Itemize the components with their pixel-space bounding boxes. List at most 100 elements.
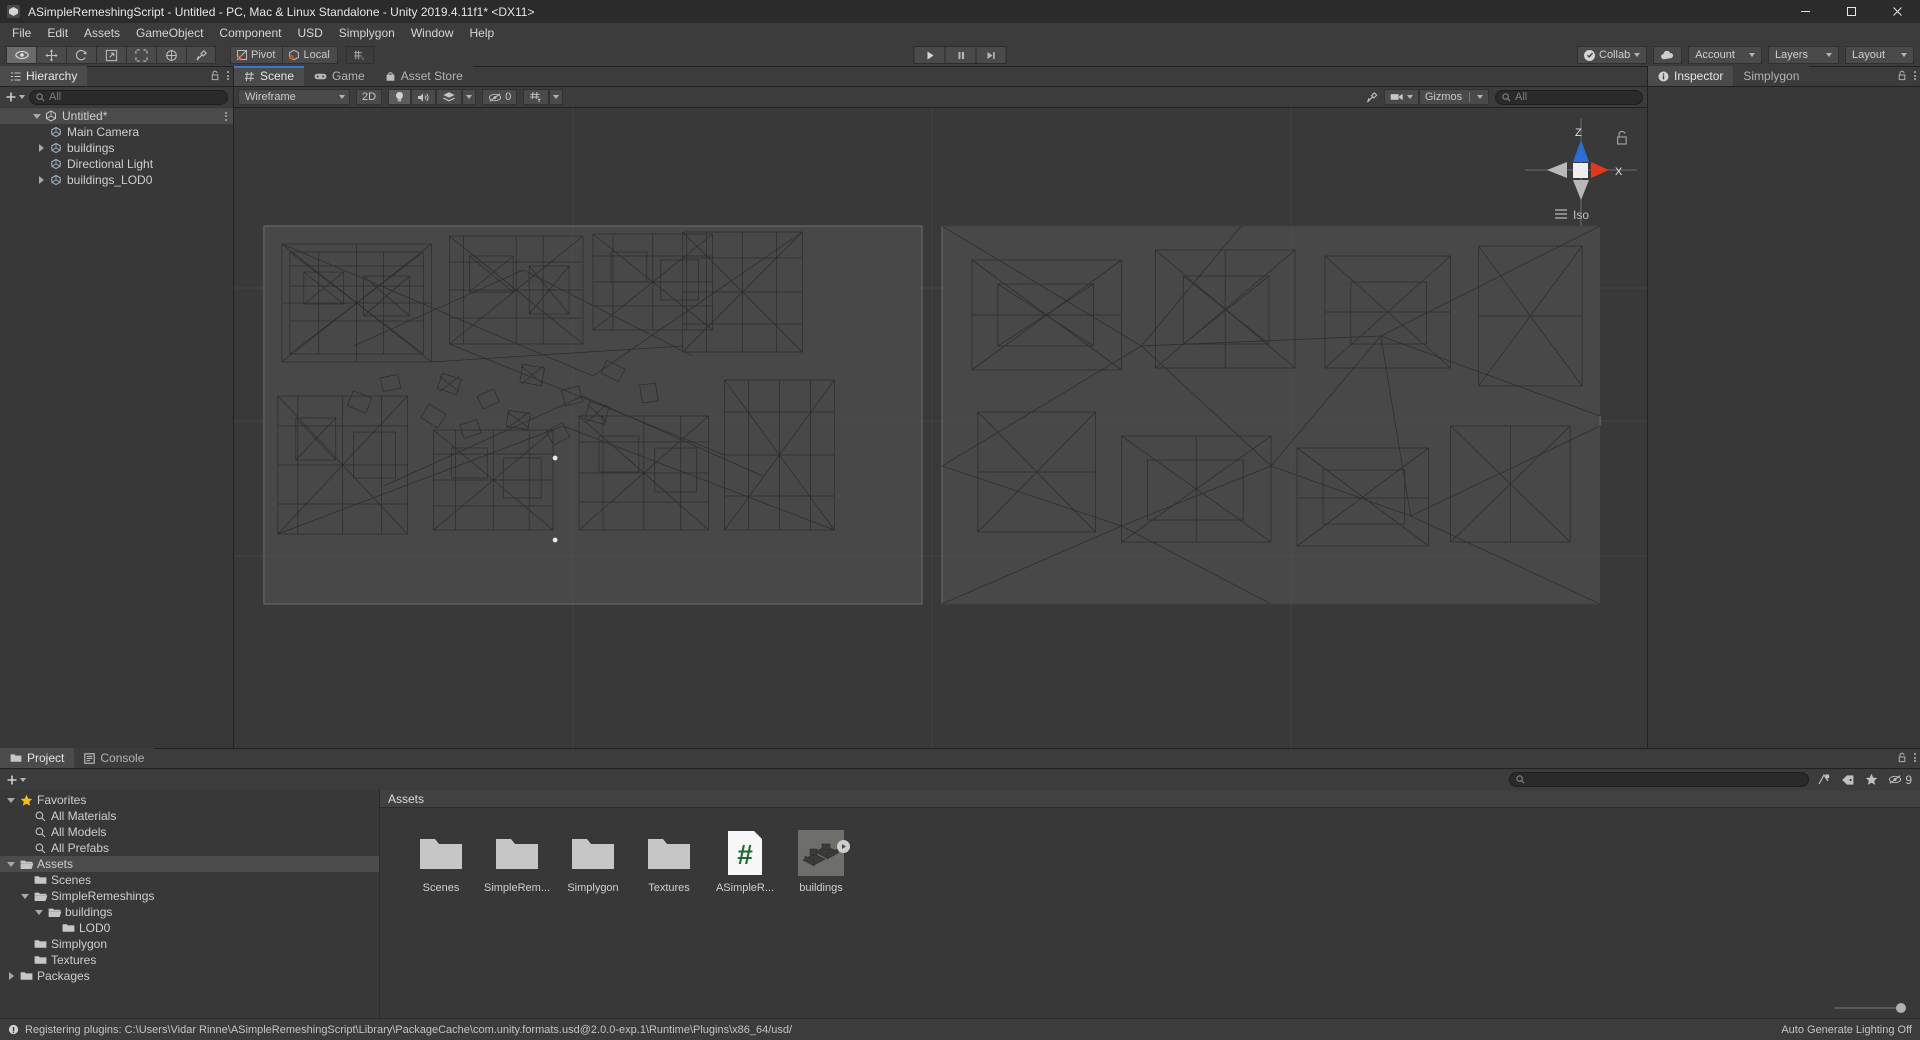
audio-toggle-icon[interactable] bbox=[411, 89, 436, 105]
expand-arrow[interactable] bbox=[4, 972, 18, 980]
grid-dropdown[interactable] bbox=[549, 89, 563, 105]
expand-arrow[interactable] bbox=[4, 862, 18, 867]
project-hidden-count[interactable]: 9 bbox=[1888, 773, 1912, 787]
rotate-tool-button[interactable] bbox=[66, 46, 96, 64]
hierarchy-row-scene[interactable]: Untitled* bbox=[0, 108, 233, 124]
tab-project[interactable]: Project bbox=[0, 748, 74, 768]
create-asset-button[interactable] bbox=[6, 774, 26, 786]
slider-track[interactable] bbox=[1834, 1007, 1906, 1009]
scene-menu-icon[interactable] bbox=[225, 112, 227, 121]
hierarchy-row-buildings-lod0[interactable]: buildings_LOD0 bbox=[0, 172, 233, 188]
account-button[interactable]: Account bbox=[1688, 46, 1762, 64]
pause-button[interactable] bbox=[945, 46, 976, 64]
tab-scene[interactable]: Scene bbox=[234, 66, 304, 86]
menu-component[interactable]: Component bbox=[211, 23, 289, 44]
effects-toggle-icon[interactable] bbox=[436, 89, 462, 105]
draw-mode-dropdown[interactable]: Wireframe bbox=[238, 89, 350, 105]
hierarchy-menu-icon[interactable] bbox=[227, 71, 229, 80]
project-tree-row-all-materials[interactable]: All Materials bbox=[0, 808, 379, 824]
scale-tool-button[interactable] bbox=[96, 46, 126, 64]
hierarchy-row-buildings[interactable]: buildings bbox=[0, 140, 233, 156]
transform-tool-button[interactable] bbox=[156, 46, 186, 64]
hierarchy-row-main-camera[interactable]: Main Camera bbox=[0, 124, 233, 140]
component-tools-icon[interactable] bbox=[1360, 89, 1384, 105]
asset-item-buildings[interactable]: buildings bbox=[790, 830, 852, 894]
hierarchy-row-directional-light[interactable]: Directional Light bbox=[0, 156, 233, 172]
tab-asset-store[interactable]: Asset Store bbox=[375, 66, 473, 86]
scene-axis-gizmo[interactable]: Z X Iso bbox=[1525, 118, 1637, 226]
project-tree-row-favorites[interactable]: Favorites bbox=[0, 792, 379, 808]
expand-arrow[interactable] bbox=[4, 798, 18, 803]
tab-inspector[interactable]: Inspector bbox=[1648, 66, 1733, 86]
project-menu-icon[interactable] bbox=[1914, 753, 1916, 762]
effects-dropdown[interactable] bbox=[462, 89, 476, 105]
asset-preview-icon[interactable] bbox=[1817, 773, 1831, 786]
tab-simplygon[interactable]: Simplygon bbox=[1733, 66, 1809, 86]
collab-button[interactable]: Collab bbox=[1577, 46, 1647, 64]
grid-snapping-icon[interactable] bbox=[346, 46, 374, 64]
status-bar[interactable]: Registering plugins: C:\Users\Vidar Rinn… bbox=[0, 1018, 1920, 1040]
tab-game[interactable]: Game bbox=[304, 66, 375, 86]
asset-item-simpleremeshings[interactable]: SimpleRem... bbox=[486, 830, 548, 894]
prefab-play-badge-icon[interactable] bbox=[837, 840, 850, 853]
hierarchy-search-input[interactable]: All bbox=[29, 90, 228, 105]
menu-usd[interactable]: USD bbox=[289, 23, 330, 44]
asset-zoom-slider[interactable] bbox=[380, 998, 1920, 1018]
project-tree-row-scenes[interactable]: Scenes bbox=[0, 872, 379, 888]
menu-simplygon[interactable]: Simplygon bbox=[331, 23, 403, 44]
menu-help[interactable]: Help bbox=[462, 23, 503, 44]
menu-file[interactable]: File bbox=[4, 23, 39, 44]
gizmos-button[interactable]: Gizmos | bbox=[1419, 89, 1489, 105]
project-folder-tree[interactable]: Favorites All Materials All Models bbox=[0, 790, 380, 1018]
auto-generate-lighting-label[interactable]: Auto Generate Lighting Off bbox=[1781, 1024, 1912, 1036]
project-tree-row-packages[interactable]: Packages bbox=[0, 968, 379, 984]
project-tree-row-buildings[interactable]: buildings bbox=[0, 904, 379, 920]
expand-arrow[interactable] bbox=[18, 894, 32, 899]
scene-viewport[interactable]: Z X Iso bbox=[234, 108, 1647, 748]
handle-orientation-button[interactable]: Local bbox=[282, 46, 337, 64]
asset-item-textures[interactable]: Textures bbox=[638, 830, 700, 894]
step-button[interactable] bbox=[976, 46, 1007, 64]
layout-button[interactable]: Layout bbox=[1845, 46, 1914, 64]
scene-camera-icon[interactable] bbox=[1384, 89, 1419, 105]
layers-button[interactable]: Layers bbox=[1768, 46, 1839, 64]
slider-knob[interactable] bbox=[1896, 1003, 1906, 1013]
menu-edit[interactable]: Edit bbox=[39, 23, 76, 44]
custom-tool-button[interactable] bbox=[186, 46, 216, 64]
expand-arrow[interactable] bbox=[32, 910, 46, 915]
favorite-star-icon[interactable] bbox=[1865, 773, 1878, 786]
hierarchy-tree[interactable]: Untitled* Main Camera buildings bbox=[0, 107, 233, 748]
menu-assets[interactable]: Assets bbox=[76, 23, 128, 44]
lighting-toggle-icon[interactable] bbox=[388, 89, 411, 105]
expand-arrow[interactable] bbox=[30, 114, 43, 119]
hand-tool-button[interactable] bbox=[6, 46, 36, 64]
play-button[interactable] bbox=[914, 46, 945, 64]
asset-item-simplygon[interactable]: Simplygon bbox=[562, 830, 624, 894]
pivot-mode-button[interactable]: Pivot bbox=[230, 46, 282, 64]
asset-item-scenes[interactable]: Scenes bbox=[410, 830, 472, 894]
2d-toggle-button[interactable]: 2D bbox=[356, 89, 382, 105]
asset-item-asimpleremeshingscript[interactable]: # ASimpleR... bbox=[714, 830, 776, 894]
asset-grid[interactable]: Scenes SimpleRem... Simplygon bbox=[380, 808, 1920, 998]
move-tool-button[interactable] bbox=[36, 46, 66, 64]
project-search-input[interactable] bbox=[1509, 772, 1809, 787]
grid-visibility-icon[interactable] bbox=[523, 89, 549, 105]
project-tree-row-assets[interactable]: Assets bbox=[0, 856, 379, 872]
tab-console[interactable]: Console bbox=[74, 748, 154, 768]
cloud-button[interactable] bbox=[1653, 46, 1682, 64]
tab-hierarchy[interactable]: Hierarchy bbox=[0, 66, 87, 86]
project-tree-row-all-prefabs[interactable]: All Prefabs bbox=[0, 840, 379, 856]
expand-arrow[interactable] bbox=[35, 176, 48, 184]
menu-window[interactable]: Window bbox=[403, 23, 462, 44]
expand-arrow[interactable] bbox=[35, 144, 48, 152]
hidden-objects-button[interactable]: 0 bbox=[482, 89, 517, 105]
label-tag-icon[interactable] bbox=[1841, 774, 1855, 786]
menu-gameobject[interactable]: GameObject bbox=[128, 23, 211, 44]
project-tree-row-simpleremeshings[interactable]: SimpleRemeshings bbox=[0, 888, 379, 904]
project-tree-row-textures[interactable]: Textures bbox=[0, 952, 379, 968]
project-tree-row-lod0[interactable]: LOD0 bbox=[0, 920, 379, 936]
inspector-menu-icon[interactable] bbox=[1914, 71, 1916, 80]
rect-tool-button[interactable] bbox=[126, 46, 156, 64]
minimize-button[interactable] bbox=[1782, 0, 1828, 23]
project-tree-row-all-models[interactable]: All Models bbox=[0, 824, 379, 840]
